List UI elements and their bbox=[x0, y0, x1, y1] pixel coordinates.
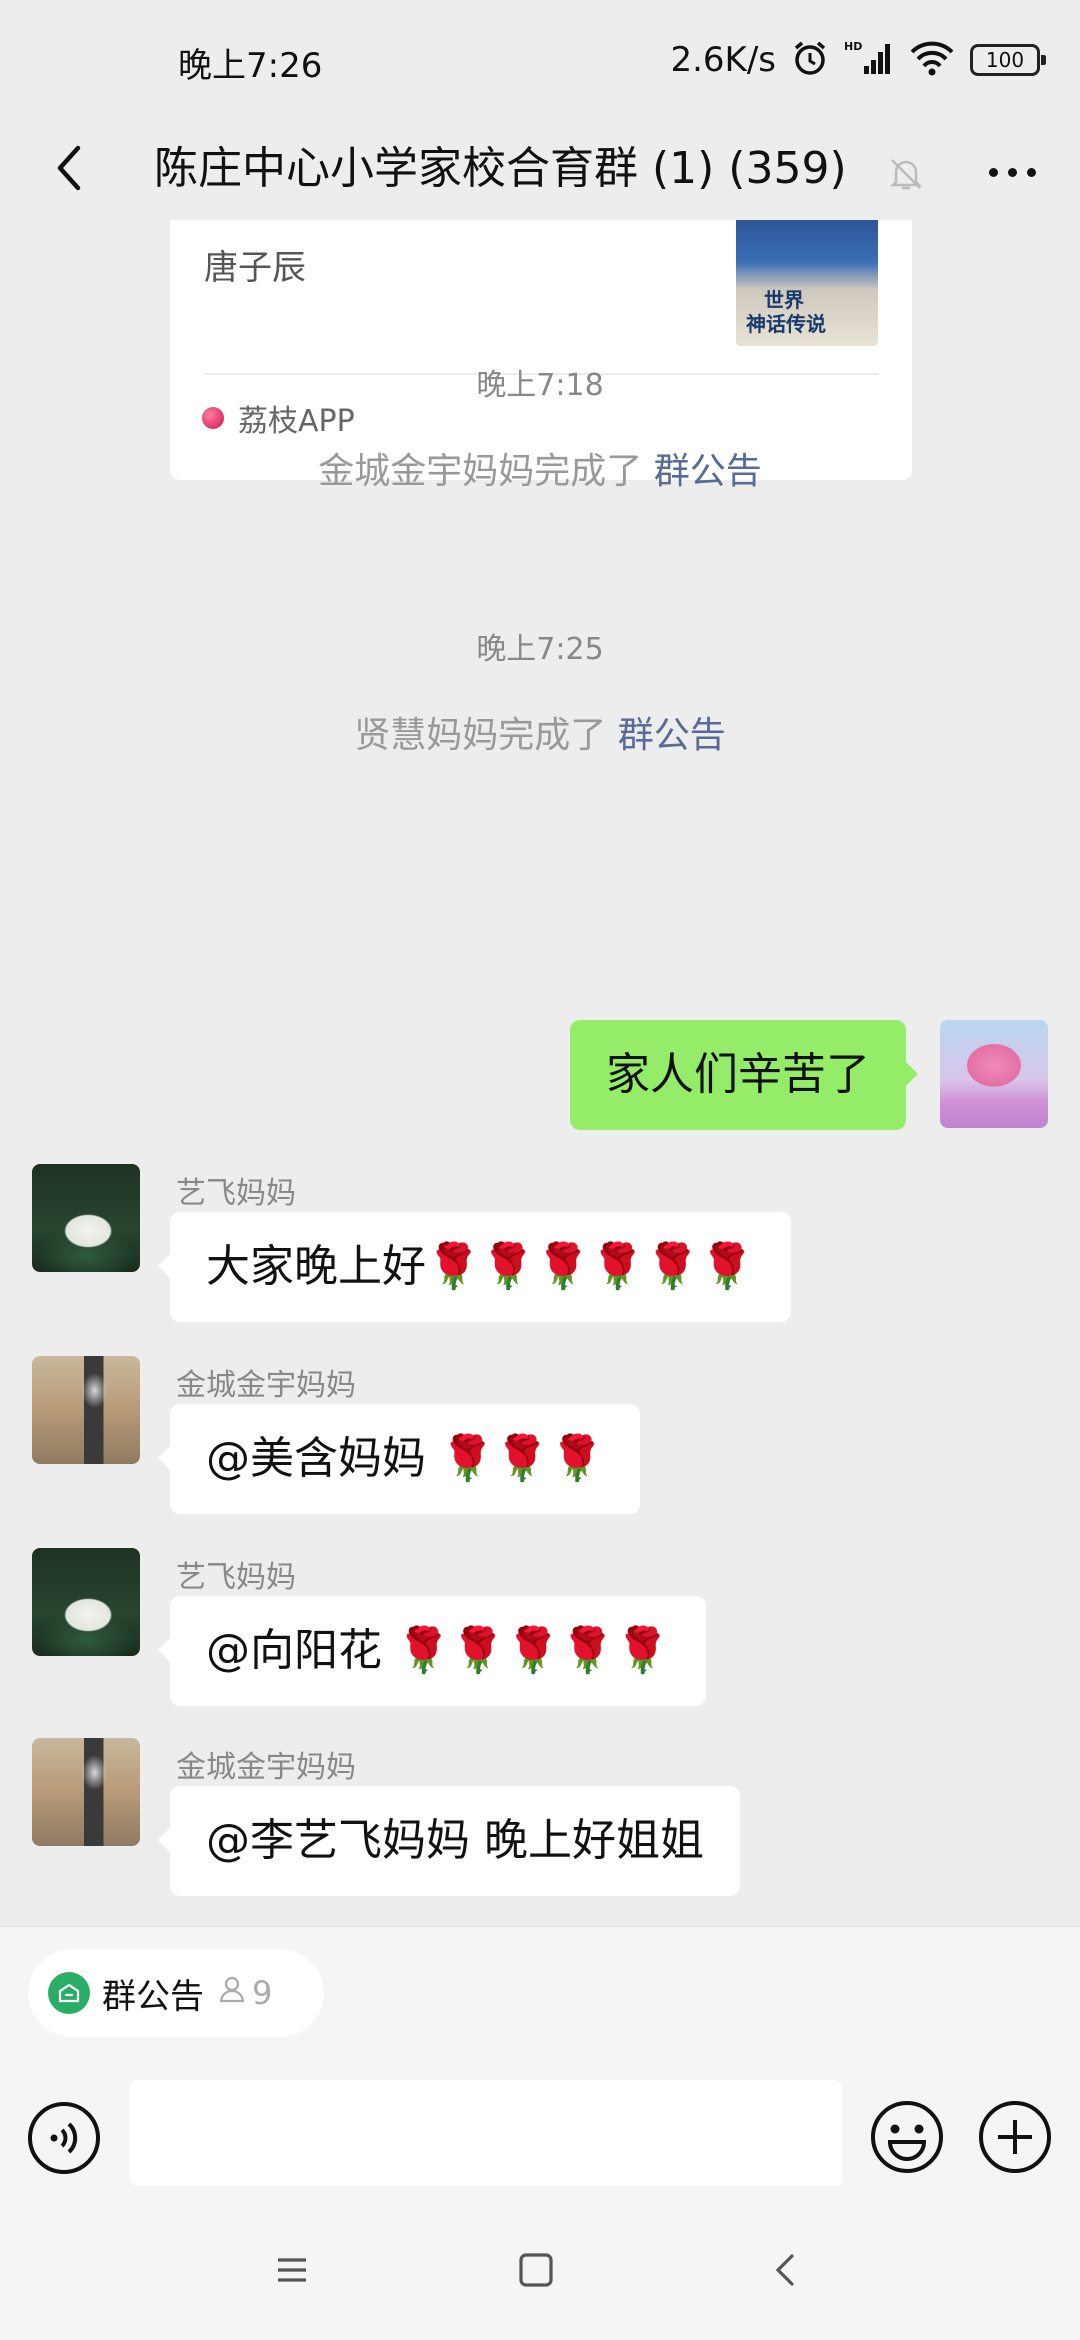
my-message-bubble[interactable]: 家人们辛苦了 bbox=[570, 1020, 918, 1130]
timestamp: 晚上7:18 bbox=[476, 368, 604, 403]
notice-icon bbox=[48, 1972, 90, 2014]
message-bubble[interactable]: @美含妈妈 🌹🌹🌹 bbox=[157, 1404, 641, 1514]
back-icon bbox=[48, 138, 88, 202]
input-bar bbox=[0, 2060, 1080, 2210]
system-message: 金城金宇妈妈完成了 群公告 bbox=[0, 442, 1080, 494]
voice-input-button[interactable] bbox=[26, 2100, 102, 2180]
more-icon-dot bbox=[1026, 167, 1036, 177]
status-time: 晚上7:26 bbox=[178, 46, 323, 86]
system-navigation-bar bbox=[0, 2210, 1080, 2340]
system-message-text: 金城金宇妈妈完成了 bbox=[318, 451, 654, 492]
chat-title: 陈庄中心小学家校合育群 (1) (359) bbox=[154, 143, 847, 194]
home-icon[interactable] bbox=[516, 2250, 556, 2294]
system-message-text: 贤慧妈妈完成了 bbox=[354, 715, 618, 756]
menu-icon[interactable] bbox=[272, 2250, 312, 2294]
avatar[interactable] bbox=[32, 1164, 140, 1272]
hd-signal-icon: HD bbox=[844, 38, 894, 82]
shortcut-bar: 群公告 9 bbox=[0, 1926, 1080, 2060]
my-avatar[interactable] bbox=[940, 1020, 1048, 1128]
emoji-button[interactable] bbox=[868, 2098, 946, 2180]
share-card-title: 唐子辰 bbox=[204, 248, 306, 288]
svg-text:HD: HD bbox=[844, 40, 862, 53]
group-notice-link[interactable]: 群公告 bbox=[618, 715, 726, 756]
timestamp: 晚上7:25 bbox=[476, 632, 604, 667]
share-card-thumbnail: 世界 神话传说 bbox=[736, 220, 878, 346]
more-icon-dot bbox=[1007, 167, 1017, 177]
message-bubble[interactable]: @向阳花 🌹🌹🌹🌹🌹 bbox=[158, 1596, 706, 1706]
more-button[interactable] bbox=[972, 132, 1052, 212]
wifi-icon bbox=[908, 38, 956, 82]
thumb-text: 神话传说 bbox=[746, 312, 826, 336]
message-bubble[interactable]: 大家晚上好🌹🌹🌹🌹🌹🌹 bbox=[158, 1212, 791, 1322]
person-icon bbox=[216, 1973, 248, 2013]
group-notice-link[interactable]: 群公告 bbox=[654, 451, 762, 492]
battery-icon: 100 bbox=[970, 44, 1046, 76]
avatar[interactable] bbox=[32, 1738, 140, 1846]
status-icons: 2.6K/s HD 100 bbox=[670, 36, 1046, 84]
status-bar: 晚上7:26 2.6K/s HD 100 bbox=[0, 0, 1080, 120]
more-icon-dot bbox=[988, 167, 998, 177]
notice-read-count: 9 bbox=[216, 1973, 272, 2013]
network-speed: 2.6K/s bbox=[670, 40, 776, 80]
avatar[interactable] bbox=[32, 1548, 140, 1656]
notice-count-value: 9 bbox=[252, 1974, 273, 2012]
alarm-icon bbox=[790, 38, 830, 82]
system-back-icon[interactable] bbox=[766, 2250, 806, 2294]
message-bubble[interactable]: @李艺飞妈妈 晚上好姐姐 bbox=[158, 1786, 740, 1896]
group-notice-chip[interactable]: 群公告 9 bbox=[28, 1949, 324, 2037]
sender-name: 艺飞妈妈 bbox=[176, 1176, 296, 1211]
group-notice-label: 群公告 bbox=[102, 1976, 204, 2017]
share-card[interactable]: 唐子辰 世界 神话传说 荔枝APP bbox=[170, 220, 912, 480]
sender-name: 金城金宇妈妈 bbox=[176, 1750, 356, 1785]
chat-area[interactable]: 唐子辰 世界 神话传说 荔枝APP 晚上7:18 金城金宇妈妈完成了 群公告 晚… bbox=[0, 220, 1080, 1926]
sender-name: 金城金宇妈妈 bbox=[176, 1368, 356, 1403]
avatar[interactable] bbox=[32, 1356, 140, 1464]
lizhi-app-icon bbox=[202, 407, 224, 429]
system-message: 贤慧妈妈完成了 群公告 bbox=[0, 706, 1080, 758]
mute-bell-icon bbox=[886, 154, 926, 198]
sender-name: 艺飞妈妈 bbox=[176, 1560, 296, 1595]
chat-header: 陈庄中心小学家校合育群 (1) (359) bbox=[0, 120, 1080, 220]
more-functions-button[interactable] bbox=[976, 2098, 1054, 2180]
back-button[interactable] bbox=[28, 130, 108, 210]
message-input[interactable] bbox=[130, 2080, 842, 2186]
